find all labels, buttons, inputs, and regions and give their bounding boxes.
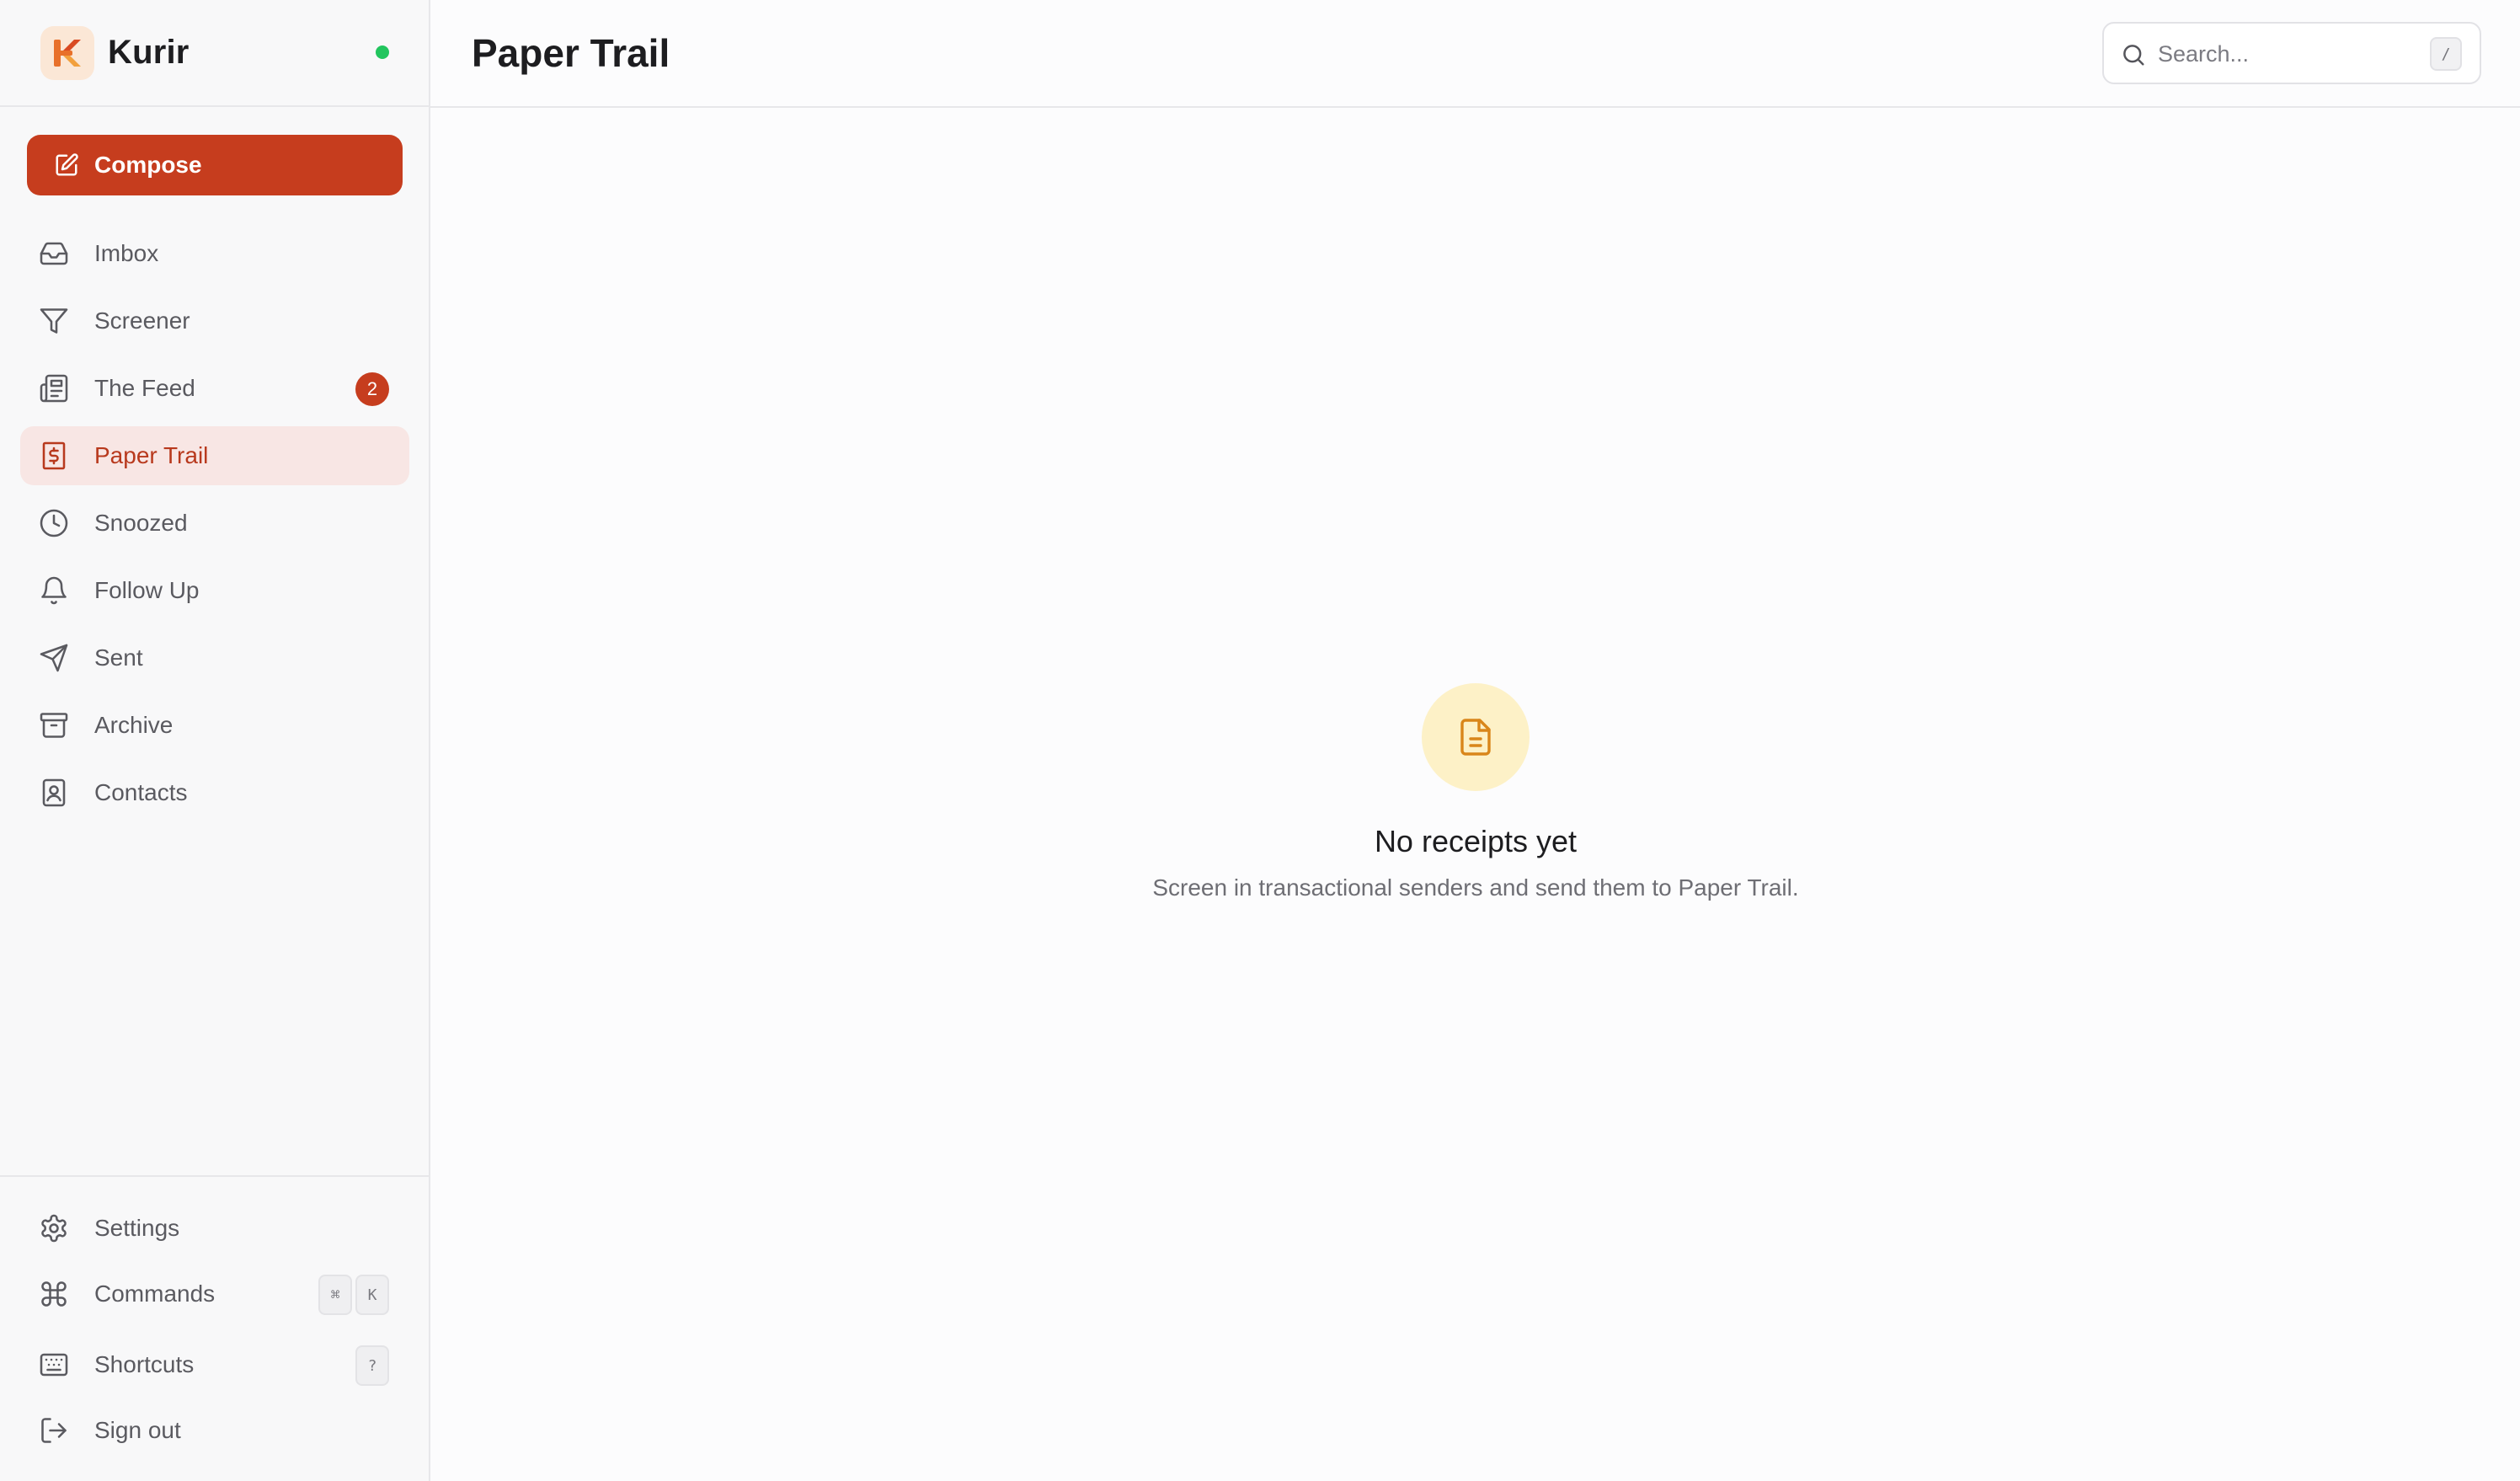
empty-state-icon-circle: [1422, 683, 1530, 791]
sidebar-item-label: The Feed: [94, 375, 195, 401]
sidebar-item-imbox[interactable]: Imbox: [20, 224, 409, 283]
contact-book-icon: [42, 778, 66, 807]
sidebar-item-the-feed[interactable]: The Feed 2: [20, 359, 409, 418]
sidebar-item-sign-out[interactable]: Sign out: [20, 1401, 409, 1460]
empty-state-title: No receipts yet: [1374, 824, 1578, 858]
page-title: Paper Trail: [472, 31, 670, 75]
search-shortcut-key: /: [2430, 37, 2462, 71]
compose-label: Compose: [94, 152, 202, 178]
sidebar-item-label: Follow Up: [94, 577, 200, 603]
sidebar-item-label: Snoozed: [94, 510, 188, 536]
sidebar-item-shortcuts[interactable]: Shortcuts ?: [20, 1335, 409, 1394]
app-name: Kurir: [108, 34, 190, 71]
search-box[interactable]: /: [2102, 22, 2481, 84]
sidebar-item-snoozed[interactable]: Snoozed: [20, 494, 409, 553]
empty-state-subtitle: Screen in transactional senders and send…: [1152, 874, 1799, 901]
sidebar-item-contacts[interactable]: Contacts: [20, 763, 409, 822]
sidebar-item-label: Archive: [94, 712, 174, 738]
question-key: ?: [355, 1345, 389, 1386]
sidebar-item-label: Imbox: [94, 240, 159, 266]
unread-count-badge: 2: [355, 372, 389, 406]
sidebar-item-settings[interactable]: Settings: [20, 1199, 409, 1258]
sidebar-divider: [0, 1175, 429, 1177]
search-input[interactable]: [2158, 37, 2411, 71]
clock-icon: [40, 509, 68, 537]
sidebar: Kurir Compose Imbox Screener The Feed 2: [0, 0, 430, 1481]
receipt-icon: [42, 441, 66, 470]
sidebar-item-commands[interactable]: Commands ⌘ K: [20, 1264, 409, 1323]
send-icon: [40, 644, 68, 672]
sidebar-item-archive[interactable]: Archive: [20, 696, 409, 755]
online-status-dot: [376, 45, 389, 59]
command-icon: [41, 1281, 67, 1307]
sidebar-item-label: Sign out: [94, 1417, 181, 1443]
sidebar-item-label: Settings: [94, 1215, 180, 1241]
sidebar-item-label: Screener: [94, 307, 190, 334]
sign-out-icon: [41, 1418, 67, 1443]
sidebar-item-label: Shortcuts: [94, 1351, 195, 1377]
command-key: ⌘: [318, 1275, 352, 1315]
sidebar-item-follow-up[interactable]: Follow Up: [20, 561, 409, 620]
sidebar-item-paper-trail[interactable]: Paper Trail: [20, 426, 409, 485]
edit-icon: [56, 153, 78, 176]
k-key: K: [355, 1275, 389, 1315]
sidebar-item-screener[interactable]: Screener: [20, 291, 409, 350]
top-header: Paper Trail /: [430, 0, 2520, 108]
sidebar-item-label: Paper Trail: [94, 442, 209, 468]
sidebar-item-label: Commands: [94, 1281, 216, 1307]
inbox-icon: [40, 242, 68, 265]
newspaper-icon: [40, 374, 68, 403]
filter-icon: [40, 308, 68, 334]
sidebar-item-sent[interactable]: Sent: [20, 628, 409, 687]
app-logo[interactable]: [40, 26, 94, 80]
document-icon: [1460, 719, 1491, 756]
brand-header: Kurir: [0, 0, 429, 107]
sidebar-item-label: Sent: [94, 644, 143, 671]
compose-button[interactable]: Compose: [27, 135, 403, 195]
archive-icon: [40, 713, 68, 738]
search-icon: [2123, 45, 2144, 66]
kurir-logo-icon: [54, 40, 81, 67]
gear-icon: [41, 1214, 67, 1243]
bell-icon: [41, 576, 67, 605]
keyboard-icon: [40, 1353, 68, 1377]
sidebar-item-label: Contacts: [94, 779, 188, 805]
